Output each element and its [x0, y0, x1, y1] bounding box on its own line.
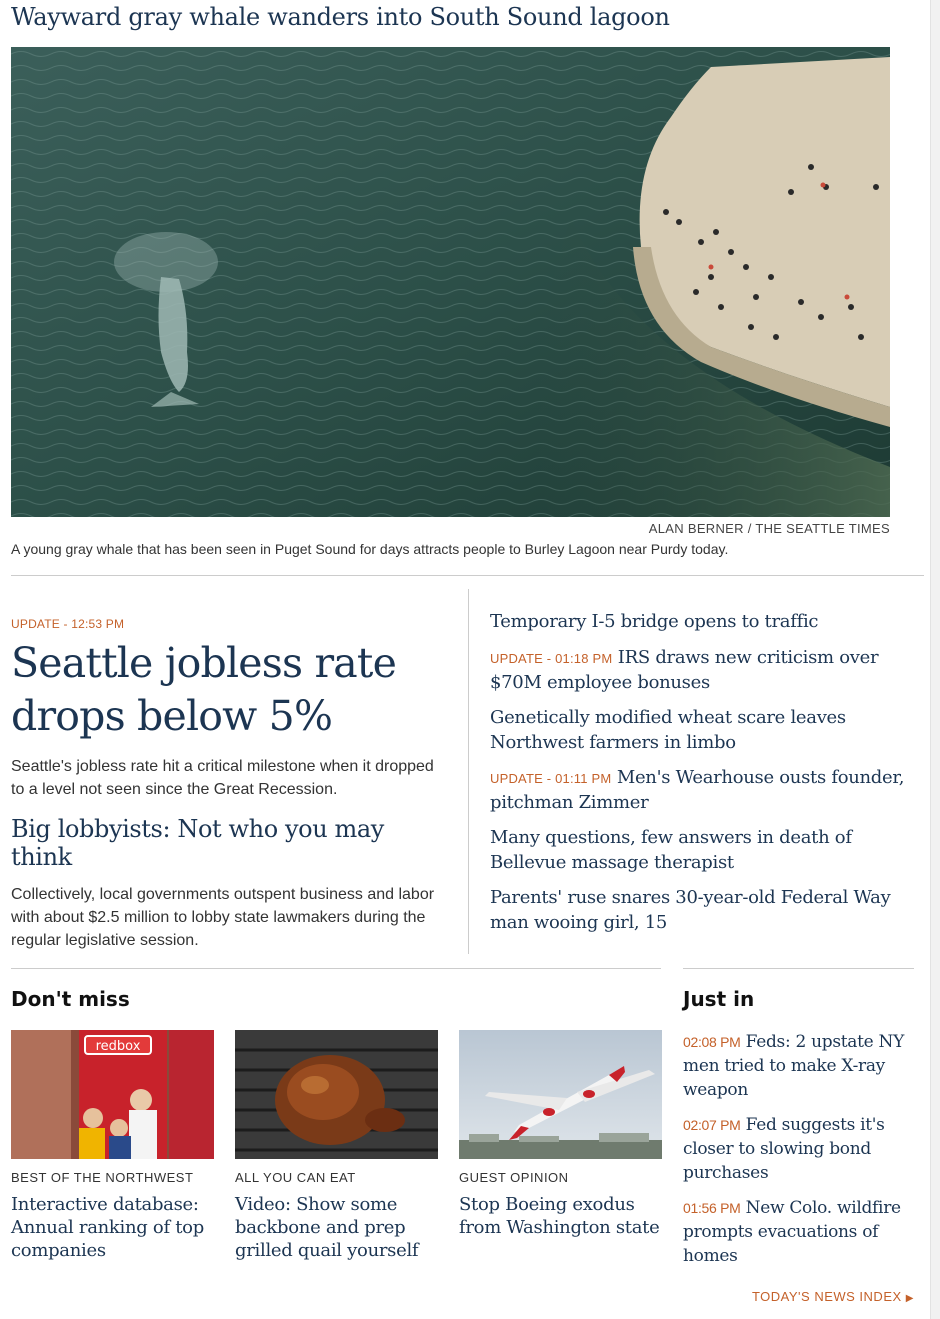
card-thumbnail[interactable]	[459, 1030, 662, 1159]
card-headline[interactable]: Video: Show some backbone and prep grill…	[235, 1194, 419, 1261]
vertical-scrollbar[interactable]	[930, 0, 940, 1319]
photo-caption: A young gray whale that has been seen in…	[11, 541, 729, 557]
dont-miss-card[interactable]: GUEST OPINION Stop Boeing exodus from Wa…	[459, 1030, 663, 1239]
hero-headline[interactable]: Wayward gray whale wanders into South So…	[11, 3, 670, 31]
photo-credit: ALAN BERNER / THE SEATTLE TIMES	[648, 521, 890, 536]
divider	[11, 575, 924, 576]
column-divider	[468, 589, 469, 954]
headline-item[interactable]: UPDATE - 01:11 PM Men's Wearhouse ousts …	[490, 766, 930, 815]
lead-story: UPDATE - 12:53 PM Seattle jobless rate d…	[11, 617, 451, 952]
update-stamp: UPDATE - 01:11 PM	[490, 771, 612, 786]
timestamp: 01:56 PM	[683, 1200, 741, 1216]
headline-item[interactable]: Temporary I-5 bridge opens to traffic	[490, 610, 930, 635]
card-category: BEST OF THE NORTHWEST	[11, 1170, 194, 1185]
play-arrow-icon: ▶	[905, 1293, 914, 1304]
timestamp: 02:08 PM	[683, 1034, 741, 1050]
lead-summary: Seattle's jobless rate hit a critical mi…	[11, 758, 434, 798]
headline-item[interactable]: Genetically modified wheat scare leaves …	[490, 706, 930, 755]
update-stamp: UPDATE - 01:18 PM	[490, 651, 613, 666]
card-thumbnail[interactable]	[235, 1030, 438, 1159]
headline-link[interactable]: Temporary I-5 bridge opens to traffic	[490, 611, 818, 632]
just-in-title: Just in	[683, 987, 755, 1011]
redbox-kiosk-image: redbox	[11, 1030, 214, 1159]
card-headline[interactable]: Stop Boeing exodus from Washington state	[459, 1194, 660, 1238]
just-in-item[interactable]: 01:56 PM New Colo. wildfire prompts evac…	[683, 1196, 923, 1268]
dont-miss-card[interactable]: redbox BEST OF THE NORTHWEST Interactive…	[11, 1030, 215, 1262]
news-index-link[interactable]: TODAY'S NEWS INDEX ▶	[752, 1289, 914, 1304]
headline-link[interactable]: Genetically modified wheat scare leaves …	[490, 707, 846, 753]
headline-list: Temporary I-5 bridge opens to traffic UP…	[490, 610, 930, 946]
whale-lagoon-photo	[11, 47, 890, 517]
timestamp: 02:07 PM	[683, 1117, 741, 1133]
headline-item[interactable]: Many questions, few answers in death of …	[490, 826, 930, 875]
hero-photo[interactable]	[11, 47, 890, 517]
lead-headline[interactable]: Seattle jobless rate drops below 5%	[11, 639, 397, 740]
dont-miss-card[interactable]: ALL YOU CAN EAT Video: Show some backbon…	[235, 1030, 439, 1262]
card-thumbnail[interactable]: redbox	[11, 1030, 214, 1159]
headline-item[interactable]: Parents' ruse snares 30-year-old Federal…	[490, 886, 930, 935]
just-in-list: 02:08 PM Feds: 2 upstate NY men tried to…	[683, 1030, 923, 1279]
grilled-quail-image	[235, 1030, 438, 1159]
card-category: GUEST OPINION	[459, 1170, 569, 1185]
just-in-item[interactable]: 02:08 PM Feds: 2 upstate NY men tried to…	[683, 1030, 923, 1102]
news-index-label: TODAY'S NEWS INDEX	[751, 1289, 902, 1304]
update-kicker: UPDATE - 12:53 PM	[11, 617, 125, 631]
dont-miss-title: Don't miss	[11, 987, 130, 1011]
just-in-item[interactable]: 02:07 PM Fed suggests it's closer to slo…	[683, 1113, 923, 1185]
redbox-logo: redbox	[96, 1039, 141, 1054]
divider	[11, 968, 661, 969]
boeing-jet-image	[459, 1030, 662, 1159]
divider	[683, 968, 914, 969]
headline-item[interactable]: UPDATE - 01:18 PM IRS draws new criticis…	[490, 646, 930, 695]
card-headline[interactable]: Interactive database: Annual ranking of …	[11, 1194, 204, 1261]
second-summary: Collectively, local governments outspent…	[11, 886, 435, 949]
headline-link[interactable]: Many questions, few answers in death of …	[490, 827, 852, 873]
second-headline[interactable]: Big lobbyists: Not who you may think	[11, 815, 384, 871]
card-category: ALL YOU CAN EAT	[235, 1170, 356, 1185]
headline-link[interactable]: Parents' ruse snares 30-year-old Federal…	[490, 887, 891, 933]
